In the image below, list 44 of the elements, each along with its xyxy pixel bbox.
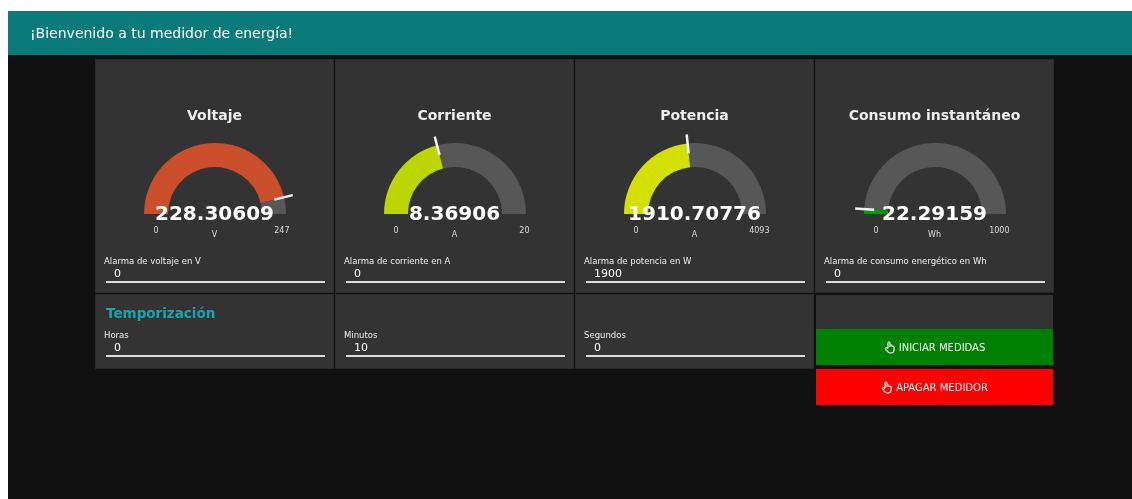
gauge-needle [684,134,690,154]
input-field[interactable]: 1900 [586,266,805,283]
scale-min: 0 [633,226,639,235]
field-label: Alarma de consumo energético en Wh [824,256,988,266]
scale-min: 0 [873,226,879,235]
gauge-unit: A [450,230,459,239]
gauge-value: 22.29159 [882,203,987,223]
gauge-unit: V [210,230,219,239]
gauge-title: Voltaje [187,107,242,125]
gauge-needle [433,136,441,156]
stop-button[interactable]: APAGAR MEDIDOR [816,369,1053,405]
start-button[interactable]: INICIAR MEDIDAS [816,329,1053,365]
gauge-value: 228.30609 [155,203,274,223]
scale-min: 0 [153,226,159,235]
gauge-value: 8.36906 [408,203,501,223]
field-label: Alarma de voltaje en V [104,256,202,266]
gauge-needle [854,207,874,211]
gauge-title: Potencia [660,107,729,125]
input-field[interactable]: 0 [346,266,565,283]
field-label: Segundos [584,330,627,340]
scale-max: 247 [274,226,290,235]
scale-max: 20 [519,226,530,235]
hand-pointer-icon [881,380,894,394]
page-title: ¡Bienvenido a tu medidor de energía! [30,25,294,41]
field-label: Alarma de corriente en A [344,256,452,266]
gauge-title: Consumo instantáneo [848,107,1021,125]
gauge-title: Corriente [417,107,492,125]
field-label: Alarma de potencia en W [584,256,693,266]
gauge-unit: Wh [927,230,942,239]
input-field[interactable]: 0 [586,340,805,357]
scale-max: 4093 [749,226,770,235]
gauge-unit: A [690,230,699,239]
field-label: Minutos [344,330,379,340]
input-field[interactable]: 0 [106,266,325,283]
section-title: Temporización [105,305,217,323]
input-field[interactable]: 10 [346,340,565,357]
input-field[interactable]: 0 [826,266,1045,283]
scale-min: 0 [393,226,399,235]
gauge-needle [273,193,293,201]
field-label: Horas [104,330,130,340]
scale-max: 1000 [989,226,1010,235]
input-field[interactable]: 0 [106,340,325,357]
gauge-value: 1910.70776 [628,203,761,223]
hand-pointer-icon [883,340,896,354]
